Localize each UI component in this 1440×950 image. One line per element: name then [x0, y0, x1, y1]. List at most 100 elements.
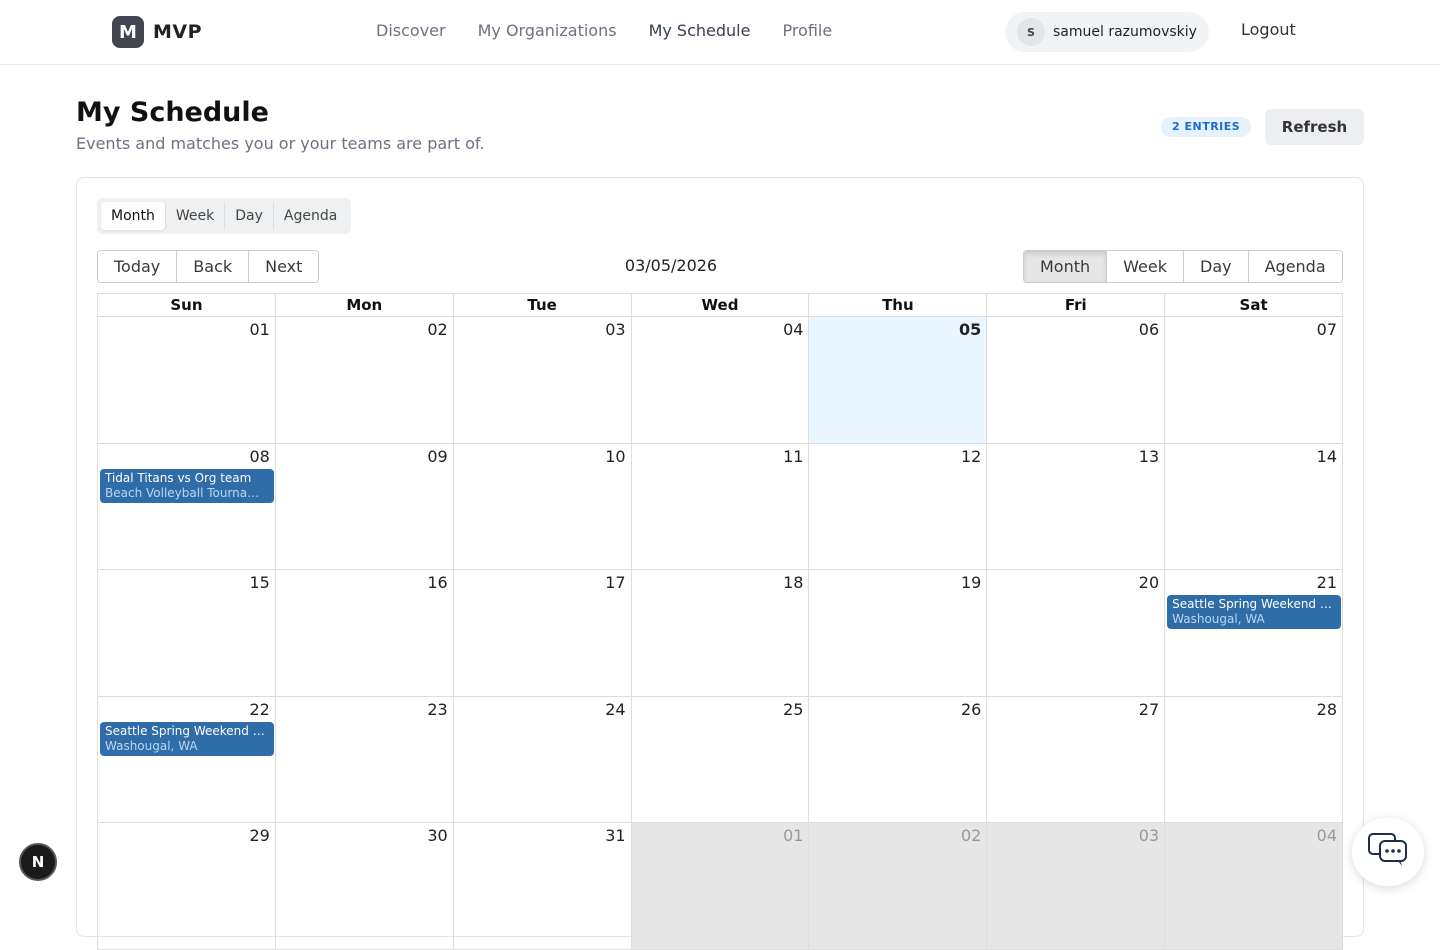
day-cell[interactable]: 30 [274, 823, 453, 949]
day-number[interactable]: 24 [605, 700, 625, 719]
day-cell[interactable]: 01 [98, 317, 275, 443]
event-chip[interactable]: Seattle Spring Weekend TournamentWashoug… [1167, 595, 1342, 630]
day-number[interactable]: 13 [1139, 447, 1159, 466]
day-number[interactable]: 15 [250, 573, 270, 592]
view-agenda-button[interactable]: Agenda [1247, 251, 1342, 282]
segment-week[interactable]: Week [164, 202, 224, 230]
event-chip[interactable]: Tidal Titans vs Org team Beach Volleyball… [100, 468, 274, 503]
day-number[interactable]: 22 [250, 700, 270, 719]
day-cell[interactable]: 18 [630, 570, 809, 696]
day-number[interactable]: 27 [1139, 700, 1159, 719]
day-cell[interactable]: 13 [986, 443, 1164, 570]
day-cell[interactable]: 20 [986, 570, 1164, 696]
view-day-button[interactable]: Day [1183, 251, 1248, 282]
day-cell[interactable]: 22 Seattle Spring Weekend TournamentWasho… [98, 697, 275, 823]
day-number[interactable]: 21 [1317, 573, 1337, 592]
day-cell[interactable]: 12 [808, 443, 986, 570]
day-cell[interactable]: 31 [452, 823, 631, 949]
user-menu[interactable]: S samuel razumovskiy [1005, 12, 1209, 52]
week-row: 08 Tidal Titans vs Org team Beach Volleyba… [97, 443, 1343, 571]
day-cell[interactable]: 10 [452, 443, 631, 570]
view-week-button[interactable]: Week [1106, 251, 1183, 282]
dev-tools-badge[interactable]: N [19, 843, 57, 881]
month-weeks: 01 02 03 04 05 06 07 08 Tidal Titans vs Org team… [97, 317, 1343, 950]
day-number[interactable]: 04 [1317, 826, 1337, 845]
day-cell[interactable]: 06 [986, 317, 1164, 443]
day-number[interactable]: 05 [959, 320, 981, 339]
day-number[interactable]: 11 [783, 447, 803, 466]
day-number[interactable]: 03 [1139, 826, 1159, 845]
weekday-header: Sun Mon Tue Wed Thu Fri Sat [97, 293, 1343, 317]
event-title: Tidal Titans vs Org team [105, 470, 252, 485]
day-number[interactable]: 01 [783, 826, 803, 845]
day-number[interactable]: 31 [605, 826, 625, 845]
day-cell[interactable]: 17 [452, 570, 631, 696]
day-cell[interactable]: 03 [986, 823, 1165, 949]
day-number[interactable]: 08 [250, 447, 270, 466]
event-chip[interactable]: Seattle Spring Weekend TournamentWashoug… [100, 721, 274, 756]
brand-logo[interactable]: M MVP [112, 16, 202, 48]
day-cell[interactable]: 14 [1164, 443, 1342, 570]
day-cell[interactable]: 04 [630, 317, 809, 443]
day-number[interactable]: 03 [605, 320, 625, 339]
nav-discover[interactable]: Discover [360, 20, 462, 42]
day-number[interactable]: 04 [783, 320, 803, 339]
nav-my-organizations[interactable]: My Organizations [462, 20, 633, 42]
segment-agenda[interactable]: Agenda [272, 202, 347, 230]
day-number[interactable]: 29 [250, 826, 270, 845]
day-number[interactable]: 07 [1317, 320, 1337, 339]
nav-profile[interactable]: Profile [766, 20, 848, 42]
day-cell[interactable]: 03 [452, 317, 631, 443]
day-cell[interactable]: 24 [452, 696, 631, 823]
chat-icon [1367, 832, 1409, 872]
refresh-button[interactable]: Refresh [1265, 109, 1364, 145]
day-cell[interactable]: 11 [630, 443, 809, 570]
day-cell[interactable]: 02 [274, 317, 453, 443]
day-number[interactable]: 02 [961, 826, 981, 845]
day-cell[interactable]: 09 [274, 443, 453, 570]
day-number[interactable]: 12 [961, 447, 981, 466]
day-cell[interactable]: 19 [808, 570, 986, 696]
day-cell[interactable]: 25 [630, 696, 809, 823]
day-number[interactable]: 26 [961, 700, 981, 719]
chat-widget-button[interactable] [1352, 818, 1424, 886]
day-cell[interactable]: 16 [274, 570, 453, 696]
day-cell[interactable]: 15 [98, 570, 275, 696]
day-cell[interactable]: 08 Tidal Titans vs Org team Beach Volleyba… [98, 444, 275, 570]
segment-day[interactable]: Day [224, 202, 273, 230]
day-number[interactable]: 25 [783, 700, 803, 719]
day-number[interactable]: 18 [783, 573, 803, 592]
day-cell[interactable]: 28 [1164, 696, 1342, 823]
day-number[interactable]: 17 [605, 573, 625, 592]
day-cell[interactable]: 29 [98, 823, 275, 949]
day-cell[interactable]: 27 [986, 696, 1164, 823]
day-number[interactable]: 10 [605, 447, 625, 466]
nav-my-schedule[interactable]: My Schedule [633, 20, 767, 42]
day-number[interactable]: 14 [1317, 447, 1337, 466]
next-button[interactable]: Next [248, 251, 319, 282]
day-number[interactable]: 30 [427, 826, 447, 845]
day-number[interactable]: 16 [427, 573, 447, 592]
day-cell[interactable]: 05 [808, 317, 987, 443]
view-month-button[interactable]: Month [1024, 251, 1107, 282]
day-number[interactable]: 01 [250, 320, 270, 339]
day-cell[interactable]: 21 Seattle Spring Weekend TournamentWasho… [1164, 570, 1342, 696]
day-cell[interactable]: 26 [808, 696, 986, 823]
back-button[interactable]: Back [176, 251, 249, 282]
day-number[interactable]: 23 [427, 700, 447, 719]
page-subtitle: Events and matches you or your teams are… [76, 134, 485, 153]
day-cell[interactable]: 07 [1164, 317, 1342, 443]
day-cell[interactable]: 04 [1164, 823, 1343, 949]
day-number[interactable]: 09 [427, 447, 447, 466]
day-cell[interactable]: 01 [630, 823, 809, 949]
day-number[interactable]: 20 [1139, 573, 1159, 592]
logout-button[interactable]: Logout [1241, 20, 1296, 39]
day-number[interactable]: 28 [1317, 700, 1337, 719]
day-cell[interactable]: 02 [808, 823, 987, 949]
segment-month[interactable]: Month [101, 202, 165, 230]
day-number[interactable]: 06 [1139, 320, 1159, 339]
day-cell[interactable]: 23 [274, 696, 453, 823]
day-number[interactable]: 02 [427, 320, 447, 339]
day-number[interactable]: 19 [961, 573, 981, 592]
today-button[interactable]: Today [98, 251, 177, 282]
